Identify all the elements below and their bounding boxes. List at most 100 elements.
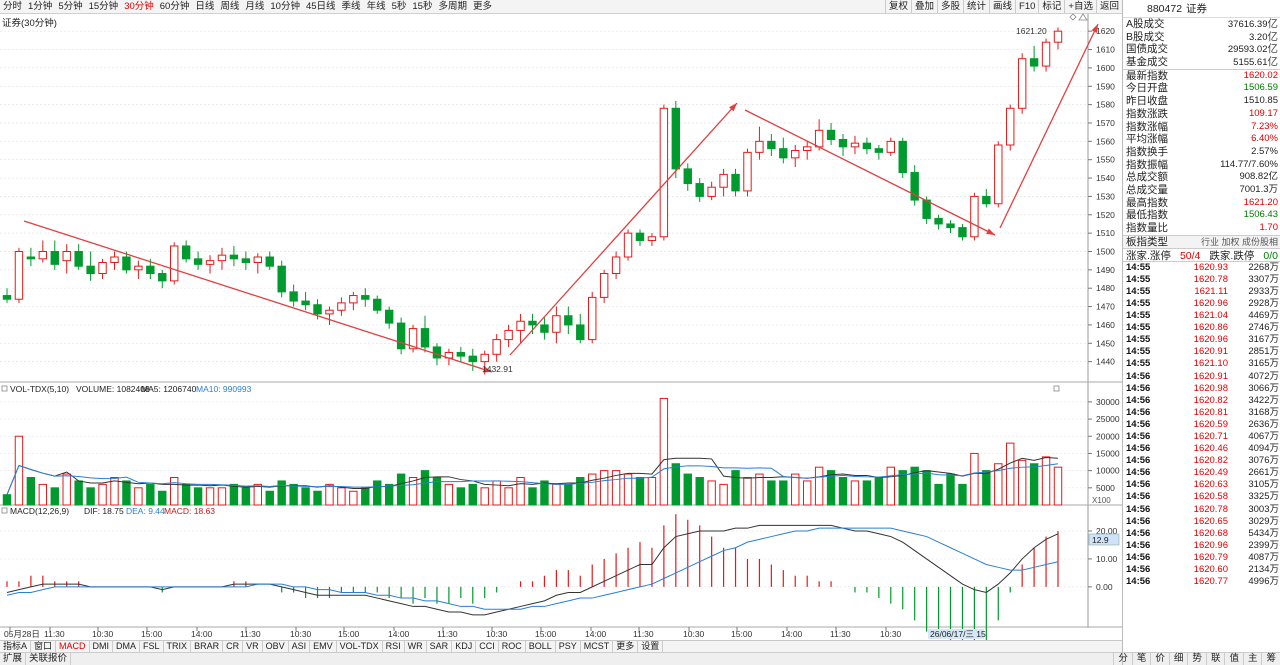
- indicator-tab[interactable]: KDJ: [452, 641, 477, 652]
- volume-bar: [444, 483, 454, 506]
- indicator-tab[interactable]: MACD: [56, 641, 90, 652]
- tick-row[interactable]: 14:56 1620.65 3029万: [1123, 516, 1280, 528]
- indicator-tab[interactable]: 指标A: [0, 641, 32, 652]
- candle-body: [695, 183, 704, 197]
- indicator-tab[interactable]: EMV: [310, 641, 337, 652]
- tick-row[interactable]: 14:56 1620.91 4072万: [1123, 371, 1280, 383]
- indicator-tab[interactable]: OBV: [263, 641, 289, 652]
- volume-bar: [181, 483, 191, 506]
- macd-marker-value: 12.9: [1092, 535, 1109, 545]
- tick-time: 14:55: [1126, 285, 1151, 297]
- advance-label: 涨家.涨停: [1126, 249, 1171, 262]
- tick-time: 14:55: [1126, 346, 1151, 358]
- indicator-tab[interactable]: VR: [243, 641, 263, 652]
- panel-bottom-tab[interactable]: 筹: [1261, 653, 1280, 665]
- tick-row[interactable]: 14:55 1621.10 3165万: [1123, 358, 1280, 370]
- price-tick-label: 1530: [1096, 191, 1115, 201]
- volume-tick-label: 15000: [1096, 448, 1120, 458]
- tick-row[interactable]: 14:56 1620.79 4087万: [1123, 552, 1280, 564]
- candle-body: [874, 148, 884, 153]
- indicator-tab[interactable]: RSI: [383, 641, 405, 652]
- candle-body: [396, 322, 406, 350]
- tick-list[interactable]: 14:55 1620.93 2268万 14:55 1620.78 3307万 14:55 1…: [1123, 262, 1280, 589]
- indicator-tab[interactable]: 设置: [638, 641, 664, 652]
- tick-row[interactable]: 14:55 1621.04 4469万: [1123, 310, 1280, 322]
- volume-bar: [229, 483, 239, 506]
- tick-row[interactable]: 14:56 1620.60 2134万: [1123, 564, 1280, 576]
- indicator-tab[interactable]: ASI: [289, 641, 311, 652]
- volume-tick-label: 25000: [1096, 414, 1120, 424]
- diamond-icon: [1069, 13, 1077, 21]
- indicator-tab[interactable]: DMI: [90, 641, 114, 652]
- panel-bottom-tab[interactable]: 联: [1205, 653, 1225, 665]
- extension-tab[interactable]: 关联报价: [26, 653, 72, 665]
- volume-bar: [86, 487, 95, 506]
- stat-label: 昨日收盘: [1126, 95, 1168, 108]
- tick-row[interactable]: 14:55 1621.11 2933万: [1123, 286, 1280, 298]
- board-type-options[interactable]: 行业 加权 成份股相: [1201, 236, 1278, 248]
- indicator-tab[interactable]: BOLL: [526, 641, 556, 652]
- tick-row[interactable]: 14:56 1620.82 3076万: [1123, 455, 1280, 467]
- tick-row[interactable]: 14:56 1620.63 3105万: [1123, 479, 1280, 491]
- indicator-tab[interactable]: FSL: [140, 641, 164, 652]
- tick-row[interactable]: 14:56 1620.68 5434万: [1123, 528, 1280, 540]
- indicator-tab[interactable]: VOL-TDX: [337, 641, 383, 652]
- indicator-tab[interactable]: BRAR: [191, 641, 224, 652]
- indicator-tab[interactable]: DMA: [113, 641, 141, 652]
- tick-row[interactable]: 14:55 1620.78 3307万: [1123, 274, 1280, 286]
- macd-legend-box: [1, 507, 8, 514]
- panel-bottom-tab[interactable]: 势: [1187, 653, 1206, 665]
- indicator-tab[interactable]: MCST: [581, 641, 614, 652]
- indicator-tab[interactable]: PSY: [556, 641, 581, 652]
- candle-body: [480, 353, 489, 363]
- tick-row[interactable]: 14:55 1620.93 2268万: [1123, 262, 1280, 274]
- tick-row[interactable]: 14:56 1620.77 4996万: [1123, 576, 1280, 588]
- tick-price: 1620.78: [1193, 503, 1228, 515]
- candle-body: [361, 295, 370, 300]
- tick-row[interactable]: 14:55 1620.96 2928万: [1123, 298, 1280, 310]
- tick-time: 14:56: [1126, 503, 1151, 515]
- tick-row[interactable]: 14:56 1620.71 4067万: [1123, 431, 1280, 443]
- tick-row[interactable]: 14:56 1620.81 3168万: [1123, 407, 1280, 419]
- indicator-tab[interactable]: CR: [223, 641, 244, 652]
- candle-body: [301, 300, 310, 306]
- indicator-tab[interactable]: CCI: [476, 641, 499, 652]
- volume-bar: [934, 483, 943, 506]
- tick-volume: 5434万: [1248, 527, 1279, 539]
- indicator-tab[interactable]: 窗口: [31, 641, 57, 652]
- indicator-tab[interactable]: TRIX: [164, 641, 192, 652]
- tick-price: 1620.79: [1193, 551, 1228, 563]
- tick-row[interactable]: 14:55 1620.96 3167万: [1123, 334, 1280, 346]
- extension-tab[interactable]: 扩展: [0, 653, 27, 665]
- board-type-row[interactable]: 板指类型 行业 加权 成份股相: [1123, 234, 1280, 248]
- volume-bar: [122, 480, 131, 506]
- volume-bar: [158, 490, 167, 506]
- time-axis-label: 14:00: [388, 629, 410, 639]
- volume-unit: X100: [1092, 496, 1111, 505]
- tick-row[interactable]: 14:56 1620.96 2399万: [1123, 540, 1280, 552]
- panel-bottom-tab[interactable]: 主: [1242, 653, 1262, 665]
- panel-bottom-tab[interactable]: 值: [1224, 653, 1243, 665]
- tick-row[interactable]: 14:55 1620.91 2851万: [1123, 346, 1280, 358]
- advance-value: 50/4: [1179, 249, 1201, 262]
- tick-row[interactable]: 14:56 1620.58 3325万: [1123, 491, 1280, 503]
- kline-chart[interactable]: 1620 1610 1600 1590 1580 1570 1560 1550 1540 1530…: [0, 0, 1122, 640]
- indicator-tab[interactable]: SAR: [427, 641, 453, 652]
- panel-bottom-tab[interactable]: 价: [1150, 653, 1169, 665]
- indicator-tab[interactable]: 更多: [613, 641, 639, 652]
- stat-row: 指数涨跌 109.17: [1123, 108, 1280, 121]
- panel-bottom-tab[interactable]: 分: [1113, 653, 1132, 665]
- panel-bottom-tab[interactable]: 笔: [1131, 653, 1151, 665]
- indicator-tab[interactable]: WR: [405, 641, 427, 652]
- tick-row[interactable]: 14:56 1620.78 3003万: [1123, 504, 1280, 516]
- tick-row[interactable]: 14:55 1620.86 2746万: [1123, 322, 1280, 334]
- tick-time: 14:56: [1126, 515, 1151, 527]
- panel-bottom-tab[interactable]: 细: [1168, 653, 1188, 665]
- tick-row[interactable]: 14:56 1620.46 4094万: [1123, 443, 1280, 455]
- tick-row[interactable]: 14:56 1620.82 3422万: [1123, 395, 1280, 407]
- tick-row[interactable]: 14:56 1620.49 2661万: [1123, 467, 1280, 479]
- indicator-tab[interactable]: ROC: [499, 641, 526, 652]
- tick-row[interactable]: 14:56 1620.59 2636万: [1123, 419, 1280, 431]
- tick-row[interactable]: 14:56 1620.98 3066万: [1123, 383, 1280, 395]
- candle-body: [540, 324, 549, 333]
